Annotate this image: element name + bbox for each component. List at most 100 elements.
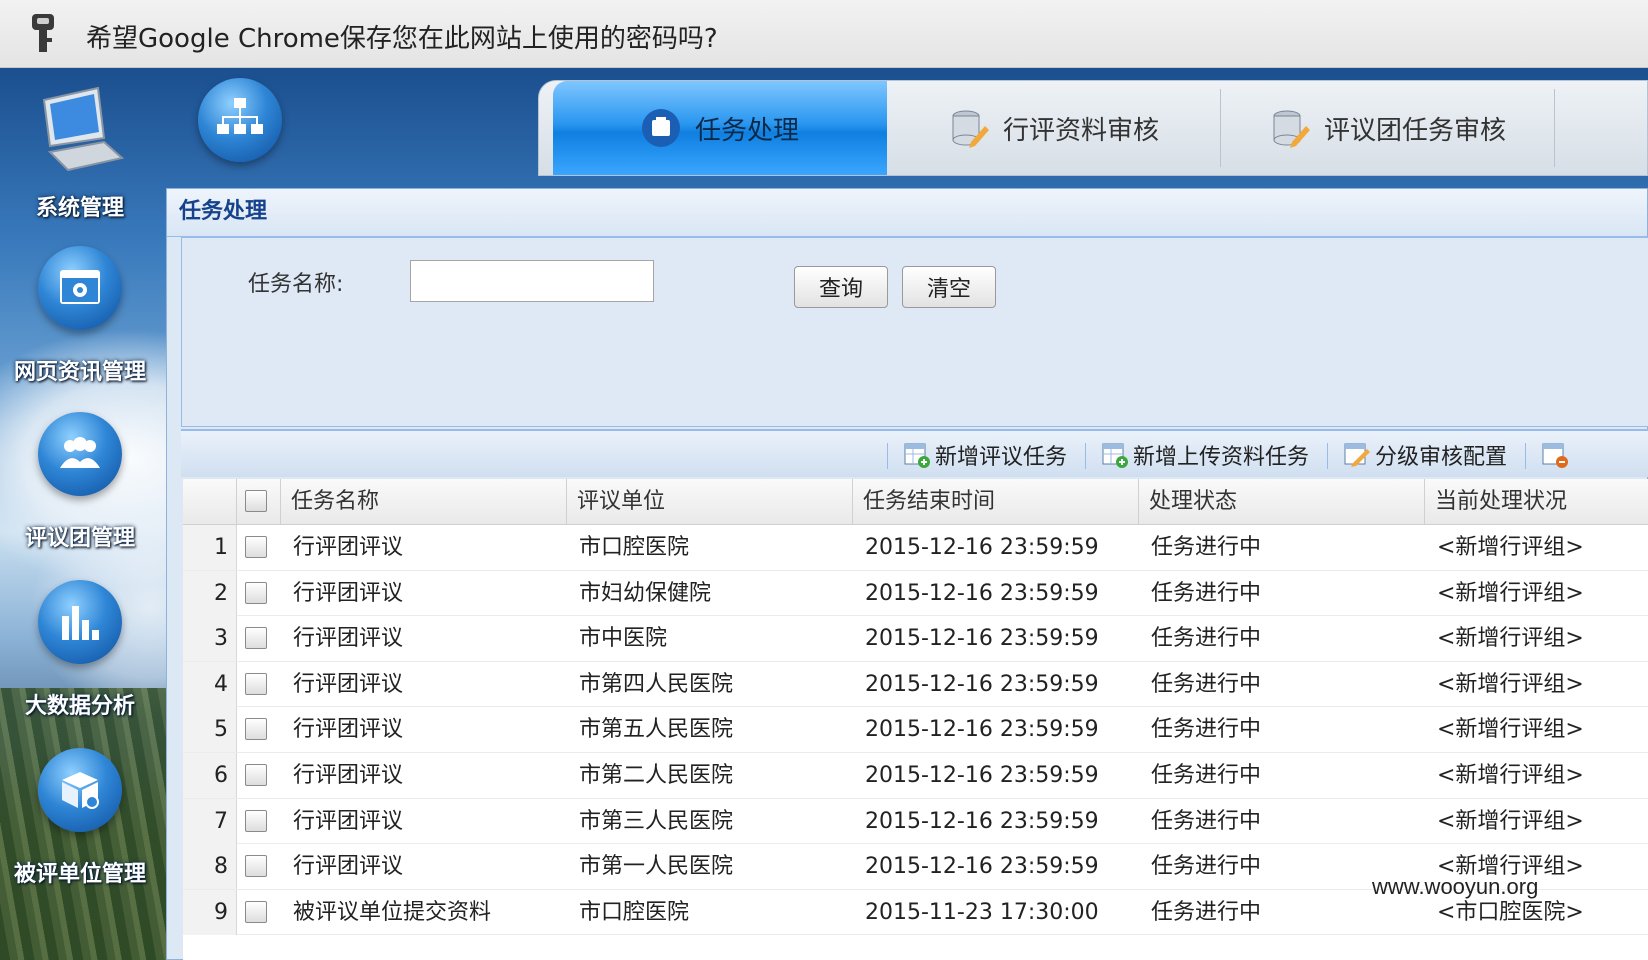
row-number: 2 xyxy=(183,570,237,616)
nav-big-data-analysis[interactable]: 大数据分析 xyxy=(0,578,160,728)
column-header[interactable]: 处理状态 xyxy=(1139,479,1425,525)
database-edit-icon xyxy=(949,108,989,148)
row-number: 8 xyxy=(183,844,237,890)
end-time-cell: 2015-12-16 23:59:59 xyxy=(865,854,1099,880)
table-add-icon xyxy=(903,441,931,469)
task-processing-panel: 任务处理 任务名称: 查询 清空 新增评议任务 新增上传资料任务 分级审核配置 xyxy=(166,188,1648,960)
key-icon xyxy=(26,12,60,54)
search-form: 任务名称: 查询 清空 xyxy=(181,237,1648,427)
nav-label: 网页资讯管理 xyxy=(13,360,146,385)
task-name-cell: 行评团评议 xyxy=(293,808,404,834)
row-checkbox[interactable] xyxy=(245,718,267,741)
current-progress-cell: <新增行评组> xyxy=(1437,535,1584,560)
table-row[interactable]: 2 行评团评议 市妇幼保健院 2015-12-16 23:59:59 任务进行中 <新增行… xyxy=(183,570,1648,617)
row-number-header xyxy=(183,479,237,525)
nav-label: 被评单位管理 xyxy=(13,862,146,887)
current-progress-cell: <新增行评组> xyxy=(1437,580,1584,606)
task-name-input[interactable] xyxy=(410,260,654,302)
password-save-message: 希望Google Chrome保存您在此网站上使用的密码吗? xyxy=(86,24,718,54)
nav-label: 系统管理 xyxy=(35,196,124,221)
toolbar-more-button[interactable] xyxy=(1541,439,1573,471)
nav-evaluated-unit-management[interactable]: 被评单位管理 xyxy=(0,746,160,896)
end-time-cell: 2015-12-16 23:59:59 xyxy=(865,535,1099,560)
add-upload-task-button[interactable]: 新增上传资料任务 xyxy=(1101,439,1309,471)
row-checkbox[interactable] xyxy=(245,536,267,558)
toolbar-divider xyxy=(887,443,888,469)
nav-review-group-management[interactable]: 评议团管理 xyxy=(0,410,160,560)
task-name-label: 任务名称: xyxy=(248,272,344,297)
status-cell: 任务进行中 xyxy=(1151,717,1262,743)
group-icon xyxy=(38,412,122,496)
status-cell: 任务进行中 xyxy=(1151,580,1262,606)
nav-label: 大数据分析 xyxy=(24,694,135,719)
end-time-cell: 2015-12-16 23:59:59 xyxy=(865,717,1099,743)
current-progress-cell: <新增行评组> xyxy=(1437,671,1584,697)
toolbar-divider xyxy=(1085,443,1086,469)
toolbar-label: 新增评议任务 xyxy=(935,445,1068,470)
column-header[interactable]: 任务名称 xyxy=(281,479,567,525)
status-cell: 任务进行中 xyxy=(1151,808,1262,834)
select-all-checkbox[interactable] xyxy=(245,490,267,512)
current-progress-cell: <新增行评组> xyxy=(1437,763,1584,788)
table-row[interactable]: 7 行评团评议 市第三人民医院 2015-12-16 23:59:59 任务进行中 <新增… xyxy=(183,798,1648,845)
review-unit-cell: 市第五人民医院 xyxy=(579,717,734,743)
task-name-cell: 行评团评议 xyxy=(293,535,404,560)
review-unit-cell: 市口腔医院 xyxy=(579,899,690,925)
row-number: 1 xyxy=(183,525,237,570)
row-checkbox[interactable] xyxy=(245,809,267,832)
row-checkbox[interactable] xyxy=(245,672,267,695)
add-review-task-button[interactable]: 新增评议任务 xyxy=(903,439,1067,471)
status-cell: 任务进行中 xyxy=(1151,763,1262,788)
panel-title: 任务处理 xyxy=(167,189,1647,237)
row-number: 5 xyxy=(183,707,237,753)
toolbar-divider xyxy=(1525,443,1526,469)
task-icon xyxy=(641,108,681,148)
task-name-cell: 被评议单位提交资料 xyxy=(293,899,492,925)
task-name-cell: 行评团评议 xyxy=(293,763,404,788)
grading-config-button[interactable]: 分级审核配置 xyxy=(1343,439,1507,471)
task-name-cell: 行评团评议 xyxy=(293,580,404,606)
status-cell: 任务进行中 xyxy=(1151,626,1262,652)
current-progress-cell: <新增行评组> xyxy=(1437,808,1584,834)
grid-toolbar: 新增评议任务 新增上传资料任务 分级审核配置 xyxy=(181,429,1648,477)
table-row[interactable]: 6 行评团评议 市第二人民医院 2015-12-16 23:59:59 任务进行中 <新增… xyxy=(183,753,1648,799)
nav-system-management[interactable]: 系统管理 xyxy=(0,76,160,226)
nav-label: 评议团管理 xyxy=(24,526,135,551)
current-progress-cell: <新增行评组> xyxy=(1437,626,1584,652)
table-row[interactable]: 5 行评团评议 市第五人民医院 2015-12-16 23:59:59 任务进行中 <新增… xyxy=(183,707,1648,753)
bar-chart-icon xyxy=(38,580,122,664)
row-checkbox[interactable] xyxy=(245,581,267,604)
end-time-cell: 2015-12-16 23:59:59 xyxy=(865,580,1099,606)
row-checkbox[interactable] xyxy=(245,855,267,878)
row-checkbox[interactable] xyxy=(245,764,267,786)
nav-web-info-management[interactable]: 网页资讯管理 xyxy=(0,244,160,394)
table-add-icon xyxy=(1101,441,1129,469)
browser-settings-icon xyxy=(38,246,122,330)
computer-icon xyxy=(34,82,126,174)
row-checkbox[interactable] xyxy=(245,627,267,650)
end-time-cell: 2015-12-16 23:59:59 xyxy=(865,671,1099,697)
database-edit-icon xyxy=(1270,108,1310,148)
row-number: 7 xyxy=(183,798,237,844)
tab-review-material-audit[interactable]: 行评资料审核 xyxy=(887,81,1221,175)
tab-review-group-task-audit[interactable]: 评议团任务审核 xyxy=(1221,81,1555,175)
review-unit-cell: 市第四人民医院 xyxy=(579,671,734,697)
toolbar-label: 分级审核配置 xyxy=(1375,445,1508,470)
row-checkbox[interactable] xyxy=(245,900,267,923)
table-row[interactable]: 1 行评团评议 市口腔医院 2015-12-16 23:59:59 任务进行中 <新增行评… xyxy=(183,525,1648,571)
query-button[interactable]: 查询 xyxy=(794,266,888,308)
clear-button[interactable]: 清空 xyxy=(902,266,996,308)
current-progress-cell: <新增行评组> xyxy=(1437,717,1584,743)
column-header[interactable]: 任务结束时间 xyxy=(853,479,1139,525)
org-chart-icon[interactable] xyxy=(198,78,282,162)
table-row[interactable]: 4 行评团评议 市第四人民医院 2015-12-16 23:59:59 任务进行中 <新增… xyxy=(183,661,1648,708)
task-name-cell: 行评团评议 xyxy=(293,854,404,880)
tab-task-processing[interactable]: 任务处理 xyxy=(553,81,887,175)
end-time-cell: 2015-11-23 17:30:00 xyxy=(865,899,1099,925)
box-settings-icon xyxy=(38,748,122,832)
end-time-cell: 2015-12-16 23:59:59 xyxy=(865,763,1099,788)
task-name-cell: 行评团评议 xyxy=(293,626,404,652)
table-row[interactable]: 3 行评团评议 市中医院 2015-12-16 23:59:59 任务进行中 <新增行评组… xyxy=(183,616,1648,662)
column-header[interactable]: 当前处理状况 xyxy=(1425,479,1648,525)
column-header[interactable]: 评议单位 xyxy=(567,479,853,525)
